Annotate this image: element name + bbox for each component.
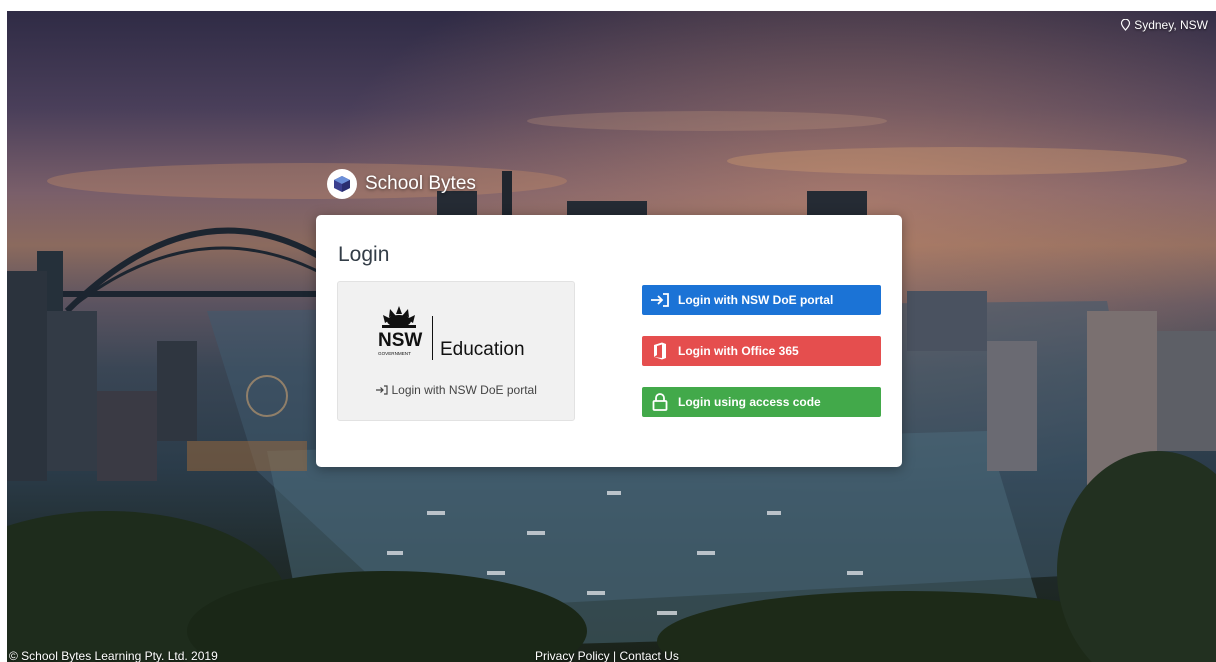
- location-pin-icon: [1121, 19, 1131, 31]
- svg-text:NSW: NSW: [378, 330, 422, 351]
- svg-text:GOVERNMENT: GOVERNMENT: [378, 351, 411, 356]
- svg-text:Education: Education: [440, 339, 525, 360]
- login-nsw-doe-button-label: Login with NSW DoE portal: [678, 293, 834, 307]
- footer-links: Privacy Policy | Contact Us: [535, 649, 679, 662]
- login-access-code-button-label: Login using access code: [678, 395, 821, 409]
- footer-copyright: © School Bytes Learning Pty. Ltd. 2019: [9, 649, 218, 662]
- sign-in-icon: [376, 385, 388, 395]
- login-office365-button-label: Login with Office 365: [678, 344, 799, 358]
- login-office365-button[interactable]: Login with Office 365: [642, 336, 881, 366]
- office-365-icon: [642, 342, 678, 360]
- brand-name: School Bytes: [365, 173, 476, 194]
- sign-in-icon: [642, 292, 678, 308]
- login-access-code-button[interactable]: Login using access code: [642, 387, 881, 417]
- login-nsw-doe-button[interactable]: Login with NSW DoE portal: [642, 285, 881, 315]
- login-title: Login: [338, 243, 390, 266]
- location-indicator: Sydney, NSW: [1120, 18, 1208, 32]
- nsw-doe-portal-link[interactable]: Login with NSW DoE portal: [338, 383, 574, 397]
- contact-us-link[interactable]: Contact Us: [619, 649, 678, 662]
- nsw-doe-login-card[interactable]: NSW GOVERNMENT Education Login with NSW …: [337, 281, 575, 421]
- login-card: Login NSW GOVERNMENT Education Login wit…: [316, 215, 902, 467]
- footer-separator: |: [609, 649, 620, 662]
- brand-header: School Bytes: [327, 169, 476, 199]
- lock-icon: [642, 393, 678, 411]
- school-bytes-logo-icon: [327, 169, 357, 199]
- nsw-doe-portal-link-label: Login with NSW DoE portal: [391, 383, 537, 397]
- location-label: Sydney, NSW: [1134, 18, 1208, 32]
- privacy-policy-link[interactable]: Privacy Policy: [535, 649, 610, 662]
- nsw-education-logo: NSW GOVERNMENT Education: [378, 306, 525, 360]
